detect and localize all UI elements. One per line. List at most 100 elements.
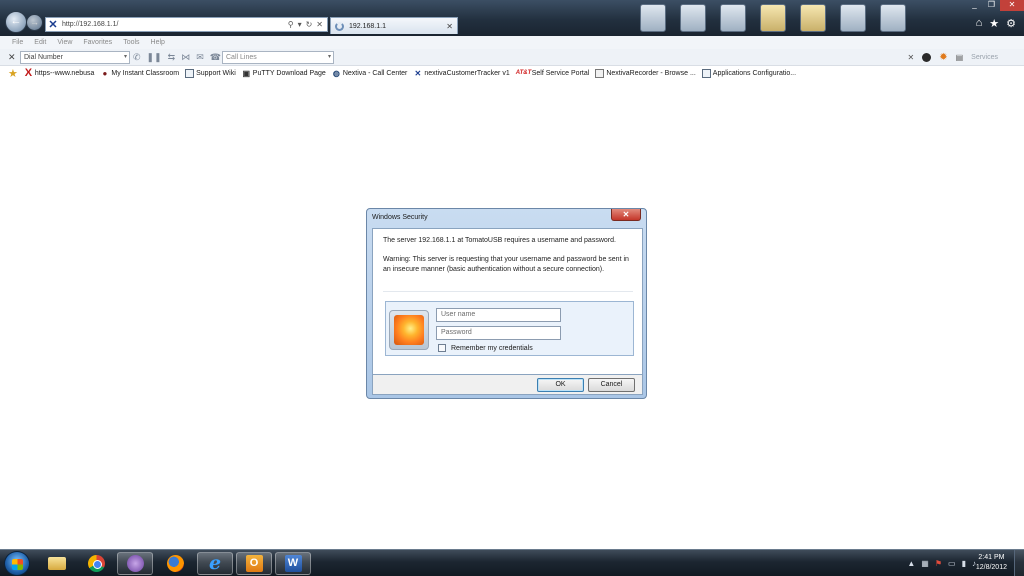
window-controls: _ ❐ ✕ [966, 0, 1024, 11]
putty-icon: ▣ [242, 69, 251, 78]
call-lines-text: Call Lines [226, 54, 257, 61]
back-button[interactable]: ← [5, 11, 27, 33]
stop-icon[interactable]: ✕ [316, 20, 323, 29]
tab-active[interactable]: 192.168.1.1 ✕ [330, 17, 458, 34]
conference-icon[interactable]: ⋈ [181, 52, 190, 63]
menu-help[interactable]: Help [151, 39, 165, 46]
favorite-link[interactable]: ▣ PuTTY Download Page [242, 69, 326, 78]
page-icon [185, 69, 195, 78]
chrome-icon [87, 555, 105, 572]
address-url[interactable]: http://192.168.1.1/ [60, 21, 288, 28]
tray-expand-icon[interactable]: ▲ [907, 559, 915, 568]
remember-label: Remember my credentials [451, 344, 533, 352]
refresh-icon[interactable]: ↻ [306, 20, 313, 29]
screen: ← → ✕ http://192.168.1.1/ ⚲ ▾ ↻ ✕ 192.16… [0, 0, 1024, 576]
gear-icon[interactable]: ⚙ [1006, 17, 1016, 30]
thumbnail-icon[interactable] [760, 4, 786, 32]
remember-checkbox[interactable] [438, 344, 446, 352]
password-placeholder: Password [441, 329, 472, 336]
tab-close-icon[interactable]: ✕ [446, 22, 453, 31]
action-center-icon[interactable]: ⚑ [935, 559, 942, 568]
windows-security-dialog: Windows Security ✕ The server 192.168.1.… [366, 208, 647, 399]
purple-app-icon [126, 555, 144, 572]
favorite-label: Self Service Portal [531, 70, 590, 77]
favorites-star-icon[interactable]: ★ [989, 17, 999, 30]
ie-x-icon: ✕ [414, 69, 422, 78]
forward-button[interactable]: → [26, 14, 43, 31]
minimize-button[interactable]: _ [966, 0, 983, 11]
favorite-label: My Instant Classroom [111, 70, 180, 77]
address-bar[interactable]: ✕ http://192.168.1.1/ ⚲ ▾ ↻ ✕ [45, 17, 328, 32]
chart-icon [595, 69, 605, 78]
dial-number-input[interactable]: Dial Number ▾ [20, 51, 130, 64]
username-field[interactable]: User name [436, 308, 561, 322]
favorite-link[interactable]: AT&T Self Service Portal [516, 69, 590, 78]
favorite-link[interactable]: Applications Configuratio... [701, 69, 796, 78]
taskbar-purple-app[interactable] [117, 552, 153, 575]
clock-time: 2:41 PM [978, 554, 1005, 561]
cancel-button[interactable]: Cancel [588, 378, 635, 392]
voicemail-icon[interactable]: ✉ [196, 52, 204, 63]
display-icon[interactable]: ▭ [948, 559, 956, 568]
taskbar-outlook[interactable]: O [236, 552, 272, 575]
hangup-icon[interactable]: ☎ [210, 52, 221, 63]
ok-button[interactable]: OK [537, 378, 584, 392]
close-icon[interactable]: ✕ [908, 53, 915, 62]
toolbar-close-icon[interactable]: ✕ [8, 52, 16, 63]
thumbnail-icon[interactable] [800, 4, 826, 32]
taskbar-firefox[interactable] [157, 552, 193, 575]
taskbar-explorer[interactable] [39, 552, 75, 575]
show-desktop-button[interactable] [1014, 550, 1024, 576]
favorite-link[interactable]: Support Wiki [185, 69, 236, 78]
thumbnail-icon[interactable] [640, 4, 666, 32]
favorite-label: Support Wiki [196, 70, 236, 77]
dialog-close-button[interactable]: ✕ [611, 209, 641, 221]
window-close-button[interactable]: ✕ [1000, 0, 1024, 11]
clock[interactable]: 2:41 PM 12/8/2012 [976, 553, 1007, 573]
taskbar-chrome[interactable] [78, 552, 114, 575]
favorite-link[interactable]: X https--www.nebusa [24, 68, 95, 79]
favorite-link[interactable]: ● My Instant Classroom [100, 69, 179, 78]
menu-file[interactable]: File [12, 39, 23, 46]
dialog-body: The server 192.168.1.1 at TomatoUSB requ… [372, 228, 643, 375]
menu-tools[interactable]: Tools [123, 39, 139, 46]
taskbar-word[interactable]: W [275, 552, 311, 575]
remember-credentials[interactable]: Remember my credentials [438, 344, 533, 352]
home-icon[interactable]: ⌂ [976, 17, 983, 30]
network-icon[interactable]: ▦ [921, 559, 929, 568]
restore-button[interactable]: ❐ [983, 0, 1000, 11]
phone-icon[interactable]: ✆ [133, 52, 141, 63]
hold-icon[interactable]: ❚❚ [147, 52, 162, 63]
thumbnail-icon[interactable] [840, 4, 866, 32]
call-lines-select[interactable]: Call Lines ▾ [222, 51, 334, 64]
services-button[interactable]: Services [971, 54, 998, 61]
taskbar-internet-explorer[interactable]: e [197, 552, 233, 575]
signal-icon[interactable]: ▮ [962, 559, 966, 568]
dialog-title: Windows Security [372, 214, 428, 221]
services-icon[interactable]: ▤ [956, 53, 964, 62]
thumbnail-icon[interactable] [880, 4, 906, 32]
menu-favorites[interactable]: Favorites [83, 39, 112, 46]
favorite-link[interactable]: NextivaRecorder - Browse ... [595, 69, 696, 78]
thumbnail-icon[interactable] [680, 4, 706, 32]
status-dot-icon[interactable] [922, 53, 932, 62]
add-favorite-star-icon[interactable]: ★ [8, 67, 18, 80]
browser-right-icons: ⌂ ★ ⚙ [976, 17, 1016, 30]
dropdown-arrow-icon[interactable]: ▾ [298, 20, 302, 29]
thumbnail-icon[interactable] [720, 4, 746, 32]
favorite-label: Nextiva - Call Center [342, 70, 408, 77]
divider [383, 291, 633, 292]
favorite-link[interactable]: ✕ nextivaCustomerTracker v1 [413, 69, 510, 78]
chevron-down-icon[interactable]: ▾ [124, 52, 127, 63]
password-field[interactable]: Password [436, 326, 561, 340]
favorite-link[interactable]: ◍ Nextiva - Call Center [332, 69, 408, 78]
att-icon: AT&T [515, 70, 532, 76]
menu-edit[interactable]: Edit [34, 39, 46, 46]
search-icon[interactable]: ⚲ [288, 20, 294, 29]
chevron-down-icon[interactable]: ▾ [328, 52, 331, 63]
settings-gear-icon[interactable]: ✹ [939, 52, 947, 63]
transfer-icon[interactable]: ⇆ [168, 52, 176, 63]
apple-icon: ● [102, 69, 108, 78]
menu-view[interactable]: View [57, 39, 72, 46]
start-button[interactable] [4, 551, 30, 576]
